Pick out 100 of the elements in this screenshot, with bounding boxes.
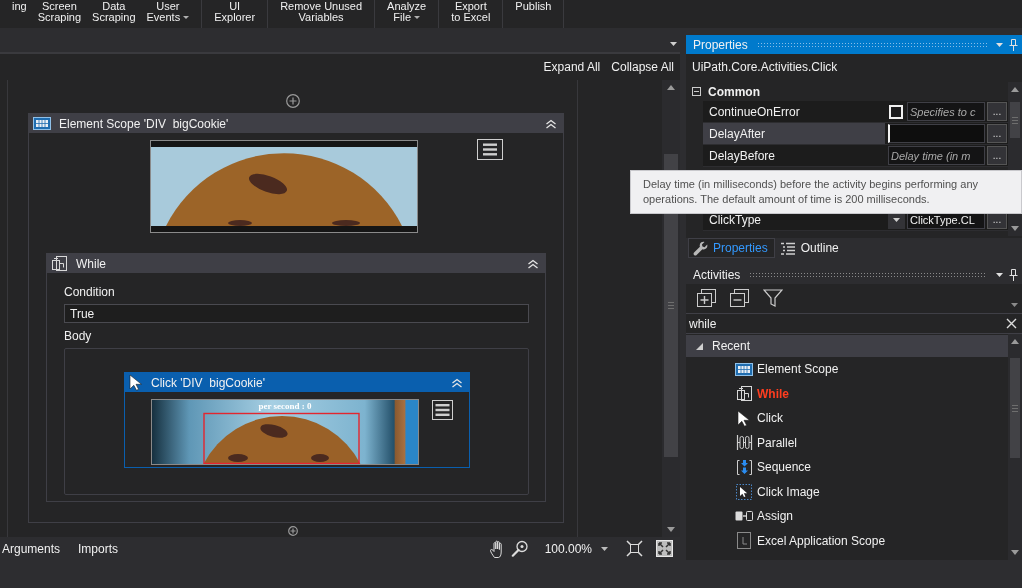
scroll-up-icon[interactable] [1011,87,1019,92]
field-label: Body [64,329,93,344]
caret-icon[interactable] [1011,303,1018,307]
card-header[interactable]: Click 'DIV bigCookie' [125,373,469,392]
magnifier-icon[interactable] [510,540,528,557]
condition-field[interactable]: True [64,304,529,323]
fit-screen-icon[interactable] [626,540,643,557]
activity-title: While [76,256,106,271]
document-icon [737,532,751,550]
toolbar-button[interactable]: Analyze File [387,0,427,23]
double-chevron-icon[interactable] [451,377,463,388]
activity-item[interactable]: Sequence [686,455,1008,480]
tooltip: Delay time (in milliseconds) before the activity begins performing any operations. The default amount of time is 200 milliseconds. [630,170,1022,214]
plus-circle-icon[interactable] [287,526,298,536]
caret-icon[interactable] [670,41,677,46]
property-row[interactable]: ContinueOnError Specifies to c ... [703,101,1008,123]
scrollbar[interactable] [1008,334,1022,560]
fullscreen-icon[interactable] [656,540,673,557]
panel-tab[interactable]: Arguments [0,539,63,558]
filter-icon[interactable] [763,289,783,307]
caret-icon[interactable] [892,217,900,222]
toolbar-button[interactable]: User Events [146,0,190,23]
property-name[interactable]: ContinueOnError [703,101,885,122]
scrollbar-thumb[interactable] [1010,102,1020,138]
scroll-up-icon[interactable] [1011,339,1019,344]
grid-window-icon [33,117,51,130]
value-field[interactable]: Delay time (in m [888,146,985,165]
caret-icon[interactable] [414,15,420,19]
property-row[interactable]: DelayAfter ... [703,123,1008,145]
image-caption: per second : 0 [258,401,312,411]
down-arrows-icon [735,458,753,476]
activity-card[interactable]: Click 'DIV bigCookie' per second : 0 [124,372,470,468]
pin-icon[interactable] [1009,268,1018,281]
type-name: UiPath.Core.Activities.Click [691,59,839,76]
toolbar-button[interactable]: UI Explorer [214,0,256,23]
plus-circle-icon[interactable] [285,94,300,108]
value-field[interactable] [888,124,985,143]
cursor-icon [129,374,143,391]
double-chevron-icon[interactable] [545,118,557,129]
panel-tab[interactable]: Imports [76,539,121,558]
activity-card[interactable]: While Condition True Body Click 'DIV bigCookie' per second : 0 [46,253,546,502]
wrench-icon [693,240,708,256]
grid-window-icon [735,362,753,376]
double-chevron-icon[interactable] [527,258,539,269]
caret-icon[interactable] [996,272,1003,277]
caret-icon[interactable] [183,15,190,19]
activity-title: Element Scope 'DIV bigCookie' [59,116,229,131]
property-row[interactable]: DelayBefore Delay time (in m ... [703,145,1008,167]
scroll-down-icon[interactable] [667,527,675,532]
loop-frame-icon [735,385,753,403]
activity-card[interactable]: Element Scope 'DIV bigCookie' While Condition True Body Click 'DIV bigCookie' per second : 0 [28,113,564,523]
caret-icon[interactable] [601,546,608,551]
panel-title: Activities [693,267,741,282]
parallel-bars-icon [735,434,753,452]
menu-icon[interactable] [432,400,453,420]
panel-tab[interactable]: Properties [688,238,775,258]
activity-item[interactable]: Click [686,406,1008,431]
minus-box-icon[interactable] [692,87,701,96]
hand-icon[interactable] [488,539,503,558]
toolbar-button[interactable]: Screen Scraping [37,0,82,23]
activity-item[interactable]: Excel Application Scope [686,528,1008,553]
scroll-down-icon[interactable] [1011,550,1019,555]
activity-item[interactable]: Parallel [686,430,1008,455]
ellipsis-button[interactable]: ... [987,124,1007,143]
activity-item[interactable]: Assign [686,504,1008,529]
panel-tab[interactable]: Outline [774,238,846,258]
property-name[interactable]: DelayAfter [703,123,885,144]
checkbox[interactable] [889,104,903,119]
card-header[interactable]: Element Scope 'DIV bigCookie' [29,114,563,133]
minus-squares-icon[interactable] [730,289,749,307]
activity-item[interactable]: While [686,381,1008,406]
ellipsis-button[interactable]: ... [987,146,1007,165]
expand-all-button[interactable]: Expand All [543,60,601,74]
tree-group[interactable]: Recent [686,335,1008,357]
scroll-up-icon[interactable] [667,85,675,90]
scrollbar-thumb[interactable] [1010,358,1020,458]
property-name[interactable]: DelayBefore [703,145,885,166]
value-field[interactable]: Specifies to c [907,102,985,121]
toolbar-button[interactable]: ing [12,0,27,12]
toolbar-button[interactable]: Remove Unused Variables [280,0,363,23]
field-label: Condition [64,285,116,300]
plus-squares-icon[interactable] [697,289,716,307]
activity-title: Click 'DIV bigCookie' [151,375,265,390]
cursor-frame-icon [736,483,752,500]
toolbar-button[interactable]: Export to Excel [451,0,491,23]
linked-boxes-icon [735,510,753,523]
close-icon[interactable] [1006,318,1017,329]
zoom-dropdown[interactable]: 100.00% [544,541,608,556]
card-header[interactable]: While [47,254,545,273]
scroll-down-icon[interactable] [1011,226,1019,231]
cursor-icon [737,409,751,427]
menu-icon[interactable] [477,139,503,160]
triangle-icon[interactable] [696,342,703,350]
activity-item[interactable]: Click Image [686,479,1008,504]
ellipsis-button[interactable]: ... [987,102,1007,121]
search-field[interactable]: while [686,314,1006,333]
toolbar-button[interactable]: Data Scraping [92,0,136,23]
activity-item[interactable]: Element Scope [686,357,1008,382]
collapse-all-button[interactable]: Collapse All [611,60,674,74]
toolbar-button[interactable]: Publish [515,0,552,12]
